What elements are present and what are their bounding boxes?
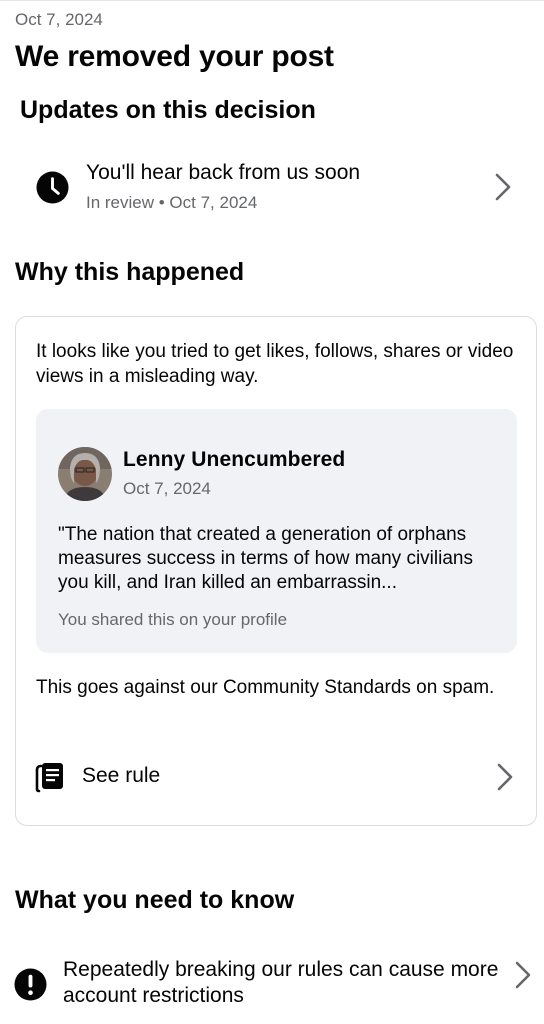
see-rule-label: See rule <box>82 764 161 787</box>
avatar <box>58 447 112 501</box>
clock-icon <box>36 171 69 204</box>
updates-heading: Updates on this decision <box>20 96 316 124</box>
restrictions-warning-row[interactable]: Repeatedly breaking our rules can cause … <box>0 950 544 1024</box>
post-date: Oct 7, 2024 <box>123 479 211 498</box>
removed-post-preview: Lenny Unencumbered Oct 7, 2024 "The nati… <box>36 409 517 653</box>
see-rule-button[interactable]: See rule <box>16 747 536 807</box>
chevron-right-icon <box>515 961 531 989</box>
warning-icon <box>14 968 47 1001</box>
chevron-right-icon <box>497 763 513 791</box>
review-status-subtitle: In review • Oct 7, 2024 <box>86 193 258 212</box>
post-body: "The nation that created a generation of… <box>58 524 473 593</box>
review-status-row[interactable]: You'll hear back from us soon In review … <box>0 150 544 226</box>
chevron-right-icon <box>495 173 511 201</box>
why-heading: Why this happened <box>15 258 245 286</box>
restrictions-warning-text: Repeatedly breaking our rules can cause … <box>63 958 499 1007</box>
book-icon <box>35 763 63 793</box>
post-author: Lenny Unencumbered <box>123 448 346 471</box>
header-date: Oct 7, 2024 <box>15 10 103 29</box>
page-title: We removed your post <box>15 40 334 73</box>
why-card: It looks like you tried to get likes, fo… <box>15 316 537 826</box>
know-heading: What you need to know <box>15 886 295 914</box>
standards-text: This goes against our Community Standard… <box>36 677 495 698</box>
reason-text: It looks like you tried to get likes, fo… <box>36 341 514 387</box>
review-status-title: You'll hear back from us soon <box>86 161 361 184</box>
top-divider <box>0 0 544 1</box>
post-footer: You shared this on your profile <box>58 610 288 629</box>
